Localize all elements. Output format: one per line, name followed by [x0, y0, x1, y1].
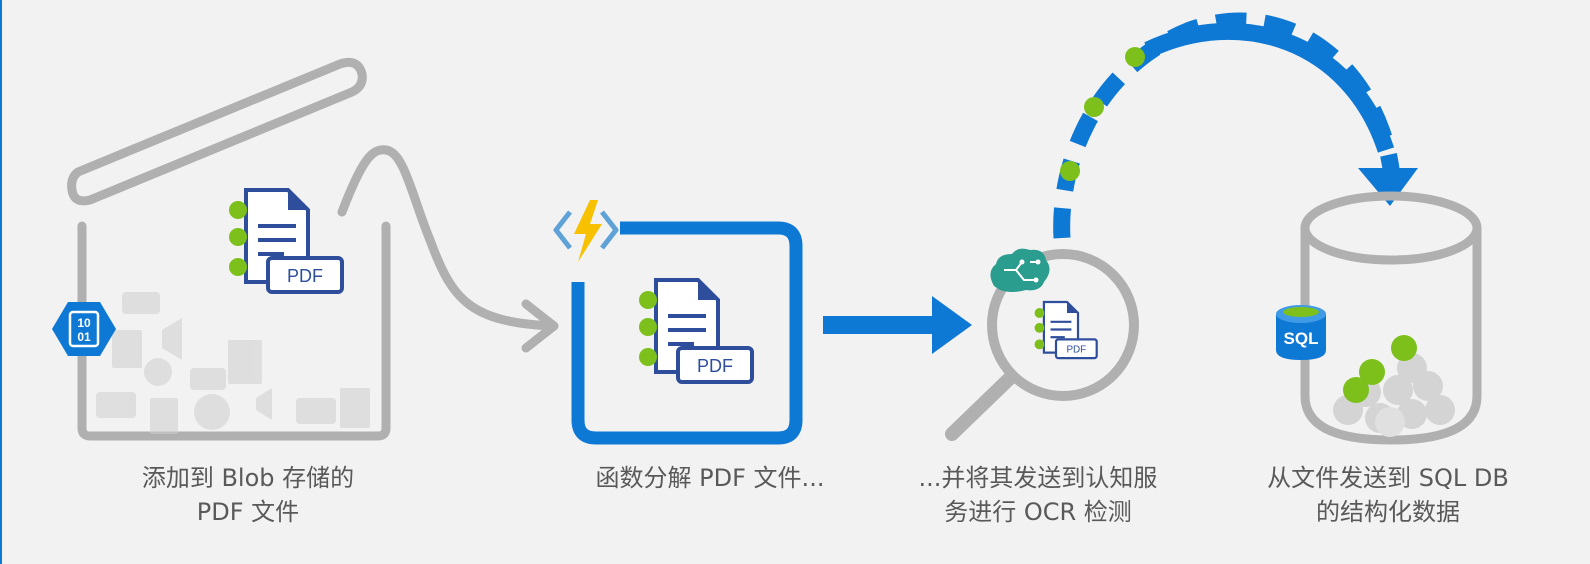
flow-arrow-curve: [337, 145, 559, 353]
step4-caption: 从文件发送到 SQL DB 的结构化数据: [1198, 461, 1578, 529]
pdf-document-icon: PDF: [637, 278, 754, 384]
brain-circuit-icon: [990, 248, 1050, 292]
step1-caption-line2: PDF 文件: [196, 498, 300, 526]
step2-caption-line1: 函数分解 PDF 文件...: [595, 464, 825, 492]
pdf-document-icon: PDF: [1033, 300, 1098, 360]
step3-caption-line2: 务进行 OCR 检测: [944, 498, 1132, 526]
step3-caption-line1: ...并将其发送到认知服: [918, 464, 1158, 492]
step2-caption: 函数分解 PDF 文件...: [520, 461, 900, 495]
sql-badge-label: SQL: [1284, 329, 1319, 348]
step3-caption: ...并将其发送到认知服 务进行 OCR 检测: [848, 461, 1228, 529]
blob-badge-bottom: 01: [77, 330, 91, 344]
pdf-document-icon: PDF: [227, 188, 344, 294]
step4-caption-line1: 从文件发送到 SQL DB: [1267, 464, 1509, 492]
flow-arrow-straight: [823, 296, 972, 354]
binary-hexagon-icon: 10 01: [52, 302, 116, 356]
data-spheres: [1333, 335, 1455, 437]
flow-arrow-arc: [1053, 12, 1418, 239]
step1-caption: 添加到 Blob 存储的 PDF 文件: [58, 461, 438, 529]
blob-badge-top: 10: [77, 316, 91, 330]
lightning-bolt-brackets-icon: [553, 200, 619, 262]
pdf-tag-label: PDF: [697, 356, 733, 376]
sql-cylinder-icon: SQL: [1276, 305, 1326, 360]
media-files-icon: [96, 292, 370, 434]
pdf-tag-label: PDF: [1066, 345, 1086, 356]
pdf-tag-label: PDF: [287, 266, 323, 286]
step4-caption-line2: 的结构化数据: [1316, 498, 1460, 526]
step1-caption-line1: 添加到 Blob 存储的: [141, 464, 355, 492]
